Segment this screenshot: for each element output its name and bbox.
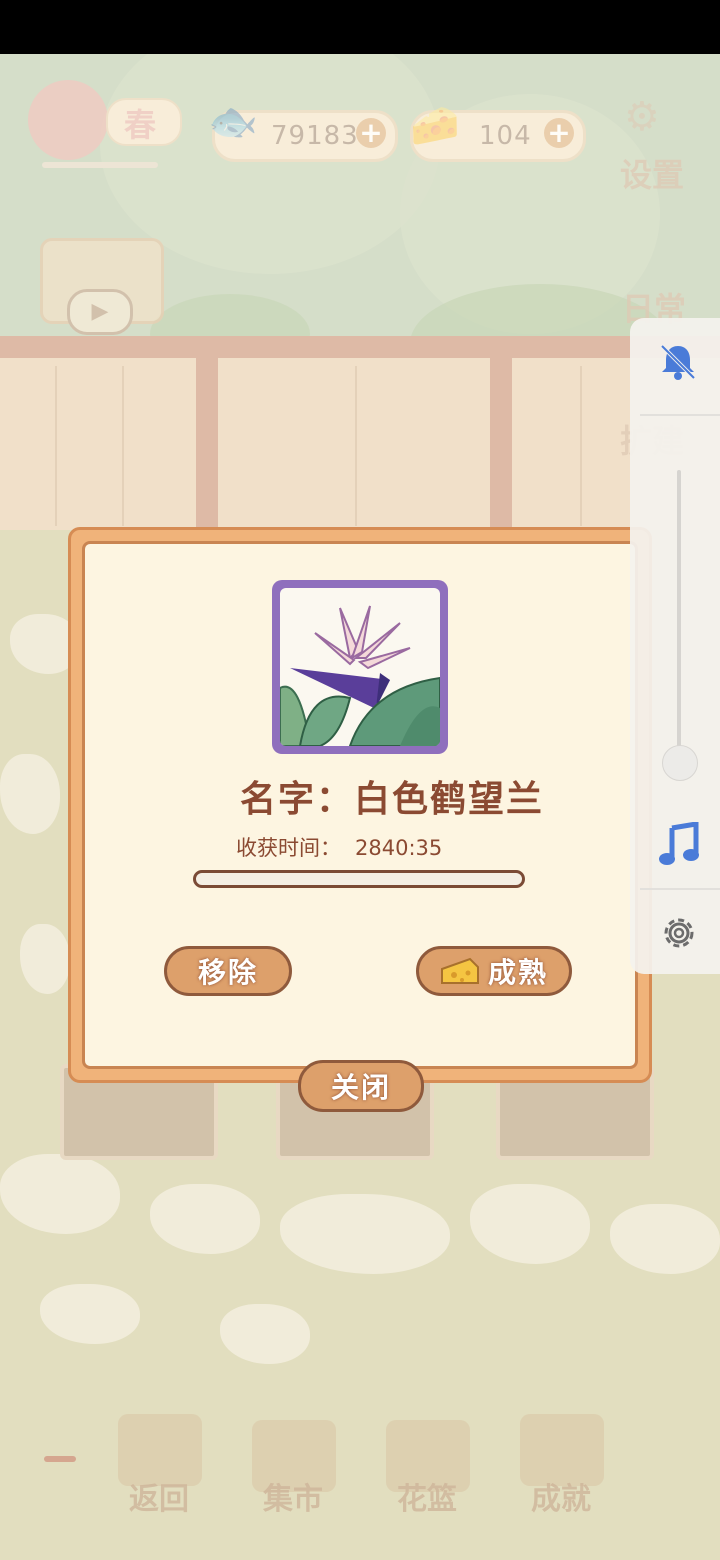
side-divider	[640, 414, 720, 416]
nav-market[interactable]: 集市	[248, 1474, 338, 1518]
side-divider	[640, 888, 720, 890]
close-button[interactable]: 关闭	[298, 1060, 424, 1112]
cheese-icon	[440, 957, 479, 984]
nav-achievements[interactable]: 成就	[516, 1474, 606, 1518]
plant-name: 名字：白色鹤望兰	[240, 779, 545, 820]
gear-icon[interactable]	[658, 912, 700, 954]
harvest-time-label: 收获时间：	[236, 836, 341, 860]
music-note-icon[interactable]	[658, 822, 700, 868]
remove-button[interactable]: 移除	[164, 946, 292, 996]
close-button-label: 关闭	[330, 1071, 391, 1104]
nav-flower-basket[interactable]: 花篮	[382, 1474, 472, 1518]
volume-slider-knob[interactable]	[662, 745, 698, 781]
nav-return[interactable]: 返回	[114, 1474, 204, 1518]
plant-portrait	[272, 580, 448, 754]
ripen-button[interactable]: 成熟	[416, 946, 572, 996]
remove-button-label: 移除	[197, 956, 258, 989]
harvest-time-value: 2840:35	[355, 836, 443, 860]
floating-side-panel	[630, 318, 720, 974]
minimize-handle[interactable]	[44, 1456, 76, 1462]
bird-of-paradise-icon	[280, 605, 440, 746]
ripen-button-label: 成熟	[487, 956, 548, 989]
volume-slider-track[interactable]	[677, 470, 681, 770]
growth-progress-bar	[193, 870, 525, 888]
harvest-time-row: 收获时间： 2840:35	[236, 832, 442, 862]
bell-off-icon[interactable]	[656, 340, 700, 384]
plant-image	[280, 588, 440, 746]
status-bar	[0, 0, 720, 54]
